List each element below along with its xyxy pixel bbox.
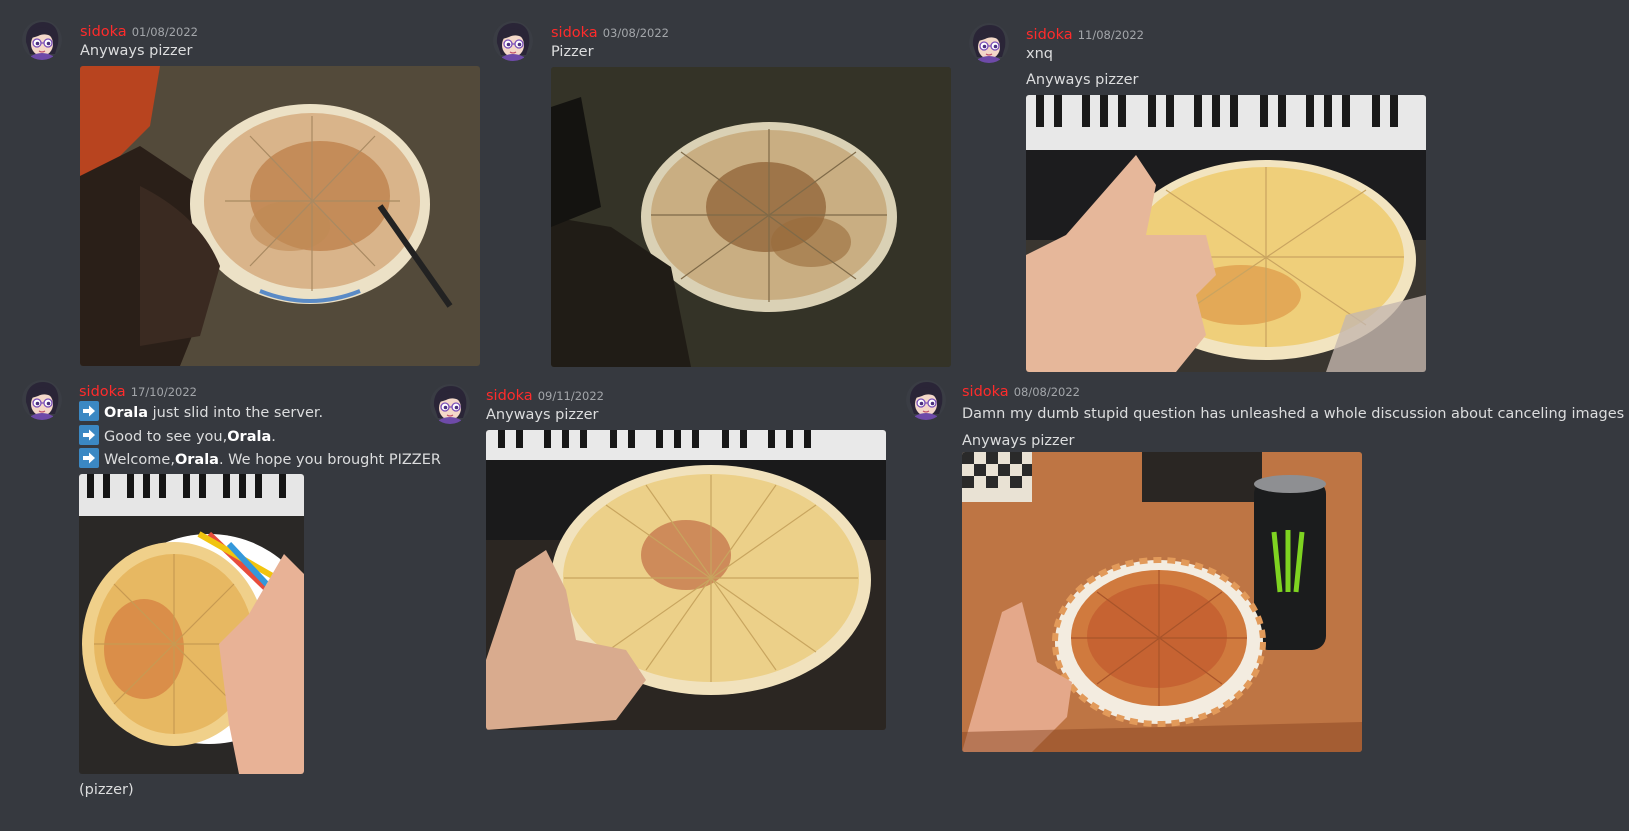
message-text: Anyways pizzer [486, 407, 599, 423]
pizza-photo-monster-can[interactable] [962, 452, 1362, 752]
message-text: Pizzer [551, 44, 594, 60]
avatar[interactable] [430, 384, 470, 424]
message-text: Anyways pizzer [1026, 71, 1139, 88]
join-arrow-icon [79, 401, 99, 421]
message-text: Anyways pizzer [962, 432, 1075, 449]
pizza-photo-dark-table[interactable] [551, 67, 951, 367]
avatar[interactable] [969, 23, 1009, 63]
image-caption: (pizzer) [79, 782, 134, 798]
author-name[interactable]: sidoka [486, 388, 533, 404]
author-name[interactable]: sidoka [79, 384, 126, 400]
join-arrow-icon [79, 424, 99, 445]
pizza-photo-thumbs-up-knife[interactable] [80, 66, 480, 366]
pizza-photo-keyboard-sliced[interactable] [486, 430, 886, 730]
avatar[interactable] [22, 20, 62, 60]
system-join-line: Welcome,Orala. We hope you brought PIZZE… [79, 448, 441, 472]
pizza-photo-rainbow-plate[interactable] [79, 474, 304, 774]
author-name[interactable]: sidoka [551, 25, 598, 41]
system-join-line: Orala just slid into the server. [79, 401, 441, 425]
member-name[interactable]: Orala [227, 429, 271, 445]
avatar[interactable] [493, 21, 533, 61]
join-arrow-icon [79, 448, 99, 468]
member-name[interactable]: Orala [104, 405, 148, 421]
system-join-line: Good to see you,Orala. [79, 424, 441, 449]
avatar[interactable] [22, 380, 62, 420]
author-name[interactable]: sidoka [80, 24, 127, 40]
timestamp: 03/08/2022 [602, 26, 669, 40]
timestamp: 09/11/2022 [537, 389, 604, 403]
timestamp: 17/10/2022 [130, 385, 197, 399]
avatar[interactable] [906, 380, 946, 420]
timestamp: 08/08/2022 [1013, 385, 1080, 399]
timestamp: 11/08/2022 [1077, 28, 1144, 42]
message-text: Anyways pizzer [80, 43, 193, 59]
message-text: xnq [1026, 46, 1053, 62]
author-name[interactable]: sidoka [962, 384, 1009, 400]
pizza-photo-keyboard-thumbs-up[interactable] [1026, 95, 1426, 372]
member-name[interactable]: Orala [175, 452, 219, 468]
author-name[interactable]: sidoka [1026, 27, 1073, 43]
timestamp: 01/08/2022 [131, 25, 198, 39]
message-text: Damn my dumb stupid question has unleash… [962, 401, 1629, 431]
